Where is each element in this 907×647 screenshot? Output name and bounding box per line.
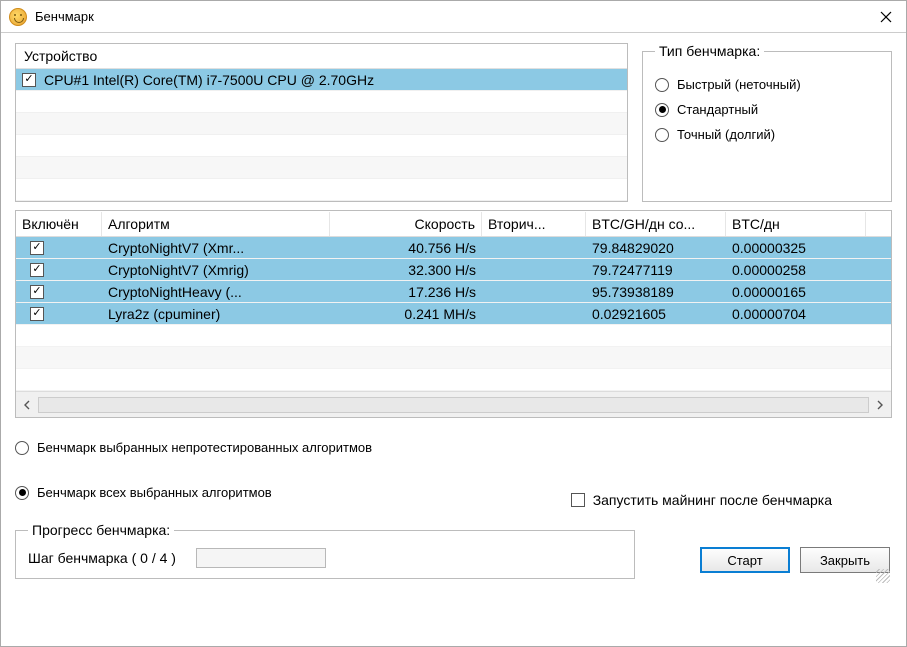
algo-name: CryptoNightV7 (Xmr... xyxy=(102,238,330,258)
algo-speed: 0.241 MH/s xyxy=(330,304,482,324)
algo-checkbox[interactable] xyxy=(30,263,44,277)
start-mining-checkbox[interactable]: Запустить майнинг после бенчмарка xyxy=(571,492,832,508)
scope-label: Бенчмарк выбранных непротестированных ал… xyxy=(37,440,372,455)
scope-option[interactable]: Бенчмарк выбранных непротестированных ал… xyxy=(15,440,571,455)
scroll-left-icon[interactable] xyxy=(16,392,38,417)
algo-ratio: 79.72477119 xyxy=(586,260,726,280)
algo-btc: 0.00000165 xyxy=(726,282,866,302)
device-row-empty xyxy=(16,135,627,157)
window-title: Бенчмарк xyxy=(35,9,866,24)
device-row-empty xyxy=(16,91,627,113)
device-checkbox[interactable] xyxy=(22,73,36,87)
resize-grip-icon[interactable] xyxy=(876,569,890,583)
algo-secondary xyxy=(482,312,586,316)
algo-checkbox[interactable] xyxy=(30,307,44,321)
start-button[interactable]: Старт xyxy=(700,547,790,573)
algo-name: CryptoNightHeavy (... xyxy=(102,282,330,302)
titlebar: Бенчмарк xyxy=(1,1,906,33)
algo-speed: 17.236 H/s xyxy=(330,282,482,302)
algo-table-header: Включён Алгоритм Скорость Вторич... BTC/… xyxy=(16,211,891,237)
scope-label: Бенчмарк всех выбранных алгоритмов xyxy=(37,485,272,500)
radio-label: Точный (долгий) xyxy=(677,127,775,142)
col-secondary[interactable]: Вторич... xyxy=(482,212,586,236)
algo-row[interactable]: CryptoNightV7 (Xmrig)32.300 H/s 79.724771… xyxy=(16,259,891,281)
algo-row[interactable]: Lyra2z (cpuminer)0.241 MH/s 0.029216050.0… xyxy=(16,303,891,325)
algo-ratio: 95.73938189 xyxy=(586,282,726,302)
algo-btc: 0.00000325 xyxy=(726,238,866,258)
benchmark-type-legend: Тип бенчмарка: xyxy=(655,43,764,59)
algo-secondary xyxy=(482,268,586,272)
algo-row-empty xyxy=(16,347,891,369)
progress-legend: Прогресс бенчмарка: xyxy=(28,522,174,538)
radio-icon[interactable] xyxy=(655,128,669,142)
algo-speed: 32.300 H/s xyxy=(330,260,482,280)
algo-btc: 0.00000258 xyxy=(726,260,866,280)
benchmark-window: Бенчмарк Устройство CPU#1 Intel(R) Core(… xyxy=(0,0,907,647)
content-area: Устройство CPU#1 Intel(R) Core(TM) i7-75… xyxy=(1,33,906,646)
col-enabled[interactable]: Включён xyxy=(16,212,102,236)
algo-secondary xyxy=(482,290,586,294)
device-row-empty xyxy=(16,179,627,201)
algo-row[interactable]: CryptoNightHeavy (...17.236 H/s 95.739381… xyxy=(16,281,891,303)
app-icon xyxy=(9,8,27,26)
algo-row-empty xyxy=(16,369,891,391)
scope-option[interactable]: Бенчмарк всех выбранных алгоритмов xyxy=(15,485,571,500)
algo-checkbox[interactable] xyxy=(30,285,44,299)
start-mining-label: Запустить майнинг после бенчмарка xyxy=(593,492,832,508)
device-header: Устройство xyxy=(16,44,627,69)
radio-icon[interactable] xyxy=(655,78,669,92)
algo-ratio: 79.84829020 xyxy=(586,238,726,258)
algo-checkbox[interactable] xyxy=(30,241,44,255)
algo-name: CryptoNightV7 (Xmrig) xyxy=(102,260,330,280)
benchmark-type-option[interactable]: Точный (долгий) xyxy=(655,127,879,142)
device-name: CPU#1 Intel(R) Core(TM) i7-7500U CPU @ 2… xyxy=(42,72,374,88)
device-list: Устройство CPU#1 Intel(R) Core(TM) i7-75… xyxy=(15,43,628,202)
col-speed[interactable]: Скорость xyxy=(330,212,482,236)
algo-row-empty xyxy=(16,325,891,347)
device-row-empty xyxy=(16,157,627,179)
benchmark-type-group: Тип бенчмарка: Быстрый (неточный) Стандар… xyxy=(642,43,892,202)
algo-btc: 0.00000704 xyxy=(726,304,866,324)
radio-label: Быстрый (неточный) xyxy=(677,77,801,92)
algo-name: Lyra2z (cpuminer) xyxy=(102,304,330,324)
device-row[interactable]: CPU#1 Intel(R) Core(TM) i7-7500U CPU @ 2… xyxy=(16,69,627,91)
algorithm-table: Включён Алгоритм Скорость Вторич... BTC/… xyxy=(15,210,892,418)
close-icon[interactable] xyxy=(866,1,906,33)
col-btc[interactable]: BTC/дн xyxy=(726,212,866,236)
algo-ratio: 0.02921605 xyxy=(586,304,726,324)
radio-label: Стандартный xyxy=(677,102,758,117)
benchmark-type-option[interactable]: Стандартный xyxy=(655,102,879,117)
radio-icon[interactable] xyxy=(15,486,29,500)
col-algo[interactable]: Алгоритм xyxy=(102,212,330,236)
radio-icon[interactable] xyxy=(15,441,29,455)
radio-icon[interactable] xyxy=(655,103,669,117)
scrollbar-track[interactable] xyxy=(38,397,869,413)
horizontal-scrollbar[interactable] xyxy=(16,391,891,417)
algo-secondary xyxy=(482,246,586,250)
algo-row[interactable]: CryptoNightV7 (Xmr...40.756 H/s 79.848290… xyxy=(16,237,891,259)
checkbox-icon[interactable] xyxy=(571,493,585,507)
device-row-empty xyxy=(16,113,627,135)
col-ratio[interactable]: BTC/GH/дн со... xyxy=(586,212,726,236)
benchmark-type-option[interactable]: Быстрый (неточный) xyxy=(655,77,879,92)
algo-speed: 40.756 H/s xyxy=(330,238,482,258)
scroll-right-icon[interactable] xyxy=(869,392,891,417)
